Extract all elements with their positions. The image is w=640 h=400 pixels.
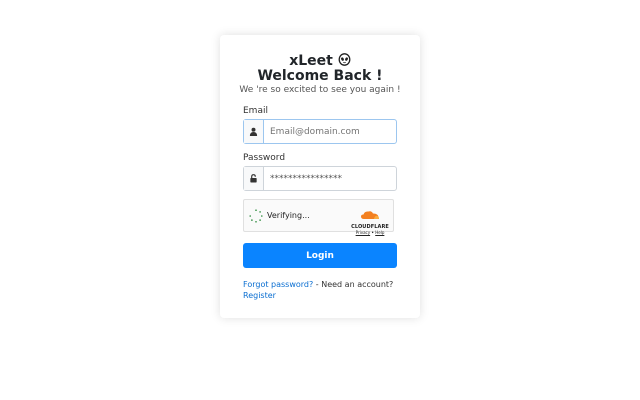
password-label: Password bbox=[243, 153, 286, 163]
page-subtitle: We 're so excited to see you again ! bbox=[239, 85, 401, 95]
loading-spinner-icon bbox=[249, 209, 263, 223]
email-field[interactable] bbox=[264, 120, 396, 143]
email-input-group bbox=[243, 119, 397, 144]
cloudflare-logo: CLOUDFLARE Privacy • Help bbox=[351, 204, 389, 235]
help-link[interactable]: Help bbox=[375, 230, 384, 235]
cloud-icon bbox=[361, 211, 379, 219]
register-link[interactable]: Register bbox=[243, 291, 276, 300]
alien-emoji-icon bbox=[338, 53, 351, 66]
password-field[interactable] bbox=[264, 167, 396, 190]
account-links: Forgot password? - Need an account? Regi… bbox=[243, 279, 403, 301]
login-card: xLeet Welcome Back ! We 're so excited t… bbox=[220, 35, 420, 318]
forgot-password-link[interactable]: Forgot password? bbox=[243, 280, 313, 289]
captcha-links: Privacy • Help bbox=[351, 230, 389, 235]
login-button[interactable]: Login bbox=[243, 243, 397, 268]
need-account-text: - Need an account? bbox=[313, 280, 394, 289]
cloudflare-captcha-widget[interactable]: Verifying... CLOUDFLARE Privacy • Help bbox=[243, 199, 394, 235]
email-label: Email bbox=[243, 106, 268, 116]
unlock-icon bbox=[244, 167, 264, 190]
password-input-group bbox=[243, 166, 397, 191]
page-title: Welcome Back ! bbox=[257, 68, 383, 84]
captcha-status: Verifying... bbox=[267, 211, 310, 220]
link-separator: • bbox=[371, 230, 374, 235]
privacy-link[interactable]: Privacy bbox=[356, 230, 370, 235]
brand-name: xLeet bbox=[289, 53, 333, 69]
user-icon bbox=[244, 120, 264, 143]
